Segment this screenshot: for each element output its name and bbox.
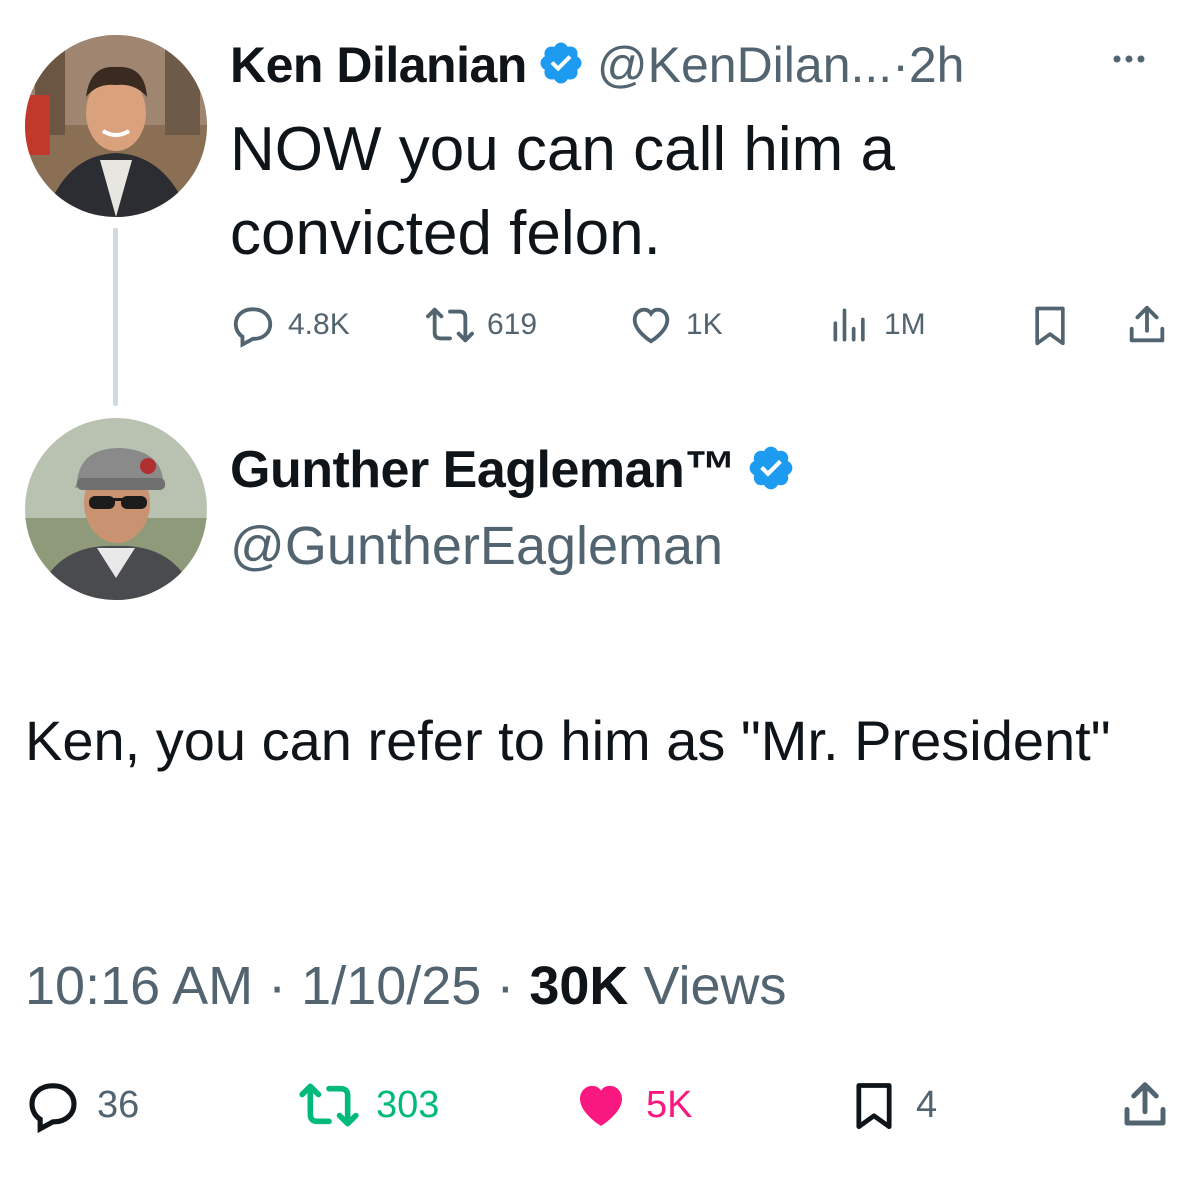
bookmark-action[interactable] [1028,300,1072,350]
separator-dot: · [496,956,530,1016]
reply-icon [233,307,273,348]
views-count: 1M [884,308,926,341]
share-action[interactable] [1124,300,1170,350]
verified-badge-icon [537,39,585,92]
verified-badge-icon [746,443,796,498]
parent-author-name[interactable]: Ken Dilanian [230,36,527,94]
separator-dot: · [892,37,909,93]
reply-views-label: Views [643,956,787,1016]
reply-icon [29,1083,77,1133]
like-icon [632,307,670,344]
parent-tweet-header: Ken Dilanian @KenDilan... · 2h [230,30,964,100]
reply-date[interactable]: 1/10/25 [301,956,481,1016]
reply-meta-row: 10:16 AM · 1/10/25 · 30K Views [25,955,787,1017]
reply-reply-count: 36 [97,1083,140,1126]
reply-bookmark-count: 4 [916,1083,938,1126]
like-filled-icon [580,1085,622,1126]
reply-like-action[interactable]: 5K [572,1075,692,1135]
parent-time-ago[interactable]: 2h [909,36,965,94]
bookmark-icon [1035,306,1065,346]
like-action[interactable]: 1K [628,300,723,350]
reply-views-count: 30K [529,956,629,1016]
avatar-ken-dilanian[interactable] [25,35,207,217]
reply-repost-action[interactable]: 303 [298,1075,439,1135]
reply-author-handle[interactable]: @GuntherEagleman [230,515,723,577]
bookmark-icon [856,1083,892,1130]
share-icon [1129,305,1165,343]
avatar-gunther-eagleman[interactable] [25,418,207,600]
reply-repost-count: 303 [376,1083,440,1126]
reply-share-action[interactable] [1118,1075,1172,1135]
views-icon [833,308,865,342]
parent-author-handle[interactable]: @KenDilan... [597,36,892,94]
thread-connector-line [113,228,118,406]
repost-count: 619 [487,308,538,341]
reply-bookmark-action[interactable]: 4 [848,1075,937,1135]
reply-action[interactable]: 4.8K [230,300,350,350]
reply-time[interactable]: 10:16 AM [25,956,253,1016]
share-icon [1124,1082,1166,1126]
like-count: 1K [686,308,723,341]
parent-tweet-text: NOW you can call him a convicted felon. [230,115,895,268]
separator-dot: · [268,956,302,1016]
repost-action[interactable]: 619 [425,300,537,350]
reply-author-name[interactable]: Gunther Eagleman™ [230,440,736,500]
reply-tweet-text: Ken, you can refer to him as "Mr. Presid… [25,709,1111,772]
reply-author-row: Gunther Eagleman™ [230,440,796,500]
views-action[interactable]: 1M [828,300,926,350]
more-icon[interactable] [1112,52,1146,70]
repost-icon [299,1083,359,1127]
reply-reply-action[interactable]: 36 [25,1075,139,1135]
reply-like-count: 5K [646,1083,693,1126]
reply-count: 4.8K [288,308,350,341]
repost-icon [426,307,474,343]
